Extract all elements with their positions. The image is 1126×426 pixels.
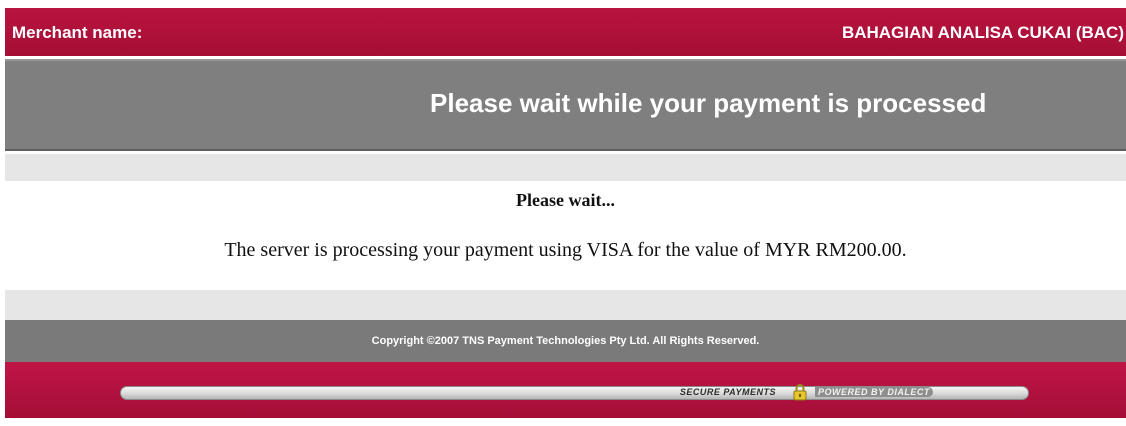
copyright-text: Copyright ©2007 TNS Payment Technologies… (371, 335, 760, 347)
secure-payments-label: SECURE PAYMENTS (679, 387, 776, 397)
padlock-icon (793, 383, 807, 401)
copyright-bar: Copyright ©2007 TNS Payment Technologies… (5, 320, 1126, 362)
title-bar: Please wait while your payment is proces… (5, 59, 1126, 151)
powered-by-label: POWERED BY DIALECT (815, 387, 933, 397)
merchant-name-value: BAHAGIAN ANALISA CUKAI (BAC) (841, 23, 1124, 42)
merchant-name-label: Merchant name: (12, 23, 143, 42)
separator-band-top (5, 154, 1126, 181)
processing-message: The server is processing your payment us… (224, 239, 907, 261)
merchant-bar: Merchant name: BAHAGIAN ANALISA CUKAI (B… (5, 8, 1126, 56)
page-title: Please wait while your payment is proces… (430, 88, 987, 118)
secure-payments-badge: SECURE PAYMENTS POWERED BY DIALECT (120, 383, 1029, 401)
separator-band-bottom (5, 290, 1126, 320)
payment-processing-page: Merchant name: BAHAGIAN ANALISA CUKAI (B… (0, 0, 1126, 426)
footer-bar: SECURE PAYMENTS POWERED BY DIALECT (5, 362, 1126, 418)
wait-heading: Please wait... (516, 190, 615, 210)
status-content: Please wait... The server is processing … (5, 181, 1126, 290)
